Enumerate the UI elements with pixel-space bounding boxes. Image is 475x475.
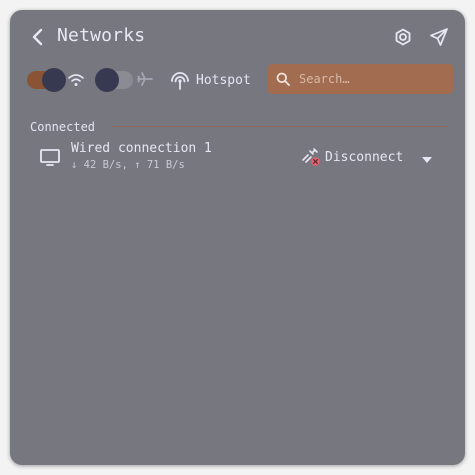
connection-row[interactable]: Wired connection 1 ↓ 42 B/s, ↑ 71 B/s Di…	[10, 140, 465, 176]
disconnect-icon	[302, 148, 320, 166]
back-button[interactable]	[28, 27, 48, 47]
send-button[interactable]	[429, 27, 449, 47]
section-header-connected: Connected	[30, 120, 448, 134]
chevron-left-icon	[32, 28, 43, 46]
caret-down-icon	[422, 157, 432, 163]
airplane-toggle[interactable]	[95, 68, 133, 92]
page-title: Networks	[57, 25, 146, 46]
section-divider	[112, 126, 448, 127]
airplane-icon	[137, 72, 153, 86]
disconnect-button[interactable]: Disconnect	[301, 146, 403, 168]
wifi-icon	[68, 74, 84, 86]
toggle-knob	[42, 68, 66, 92]
wifi-toggle[interactable]	[27, 68, 66, 92]
connection-name: Wired connection 1	[71, 141, 212, 156]
hotspot-label: Hotspot	[196, 72, 251, 88]
send-icon	[430, 28, 448, 46]
search-input[interactable]	[299, 64, 447, 94]
toggle-knob	[95, 68, 119, 92]
header: Networks	[10, 10, 465, 62]
expand-button[interactable]	[420, 151, 434, 163]
disconnect-label: Disconnect	[325, 149, 404, 165]
hotspot-button[interactable]: Hotspot	[169, 66, 251, 94]
connection-speed: ↓ 42 B/s, ↑ 71 B/s	[71, 159, 185, 171]
section-label: Connected	[30, 120, 96, 134]
settings-button[interactable]	[393, 27, 413, 47]
toolbar: Hotspot	[10, 62, 465, 102]
networks-panel: Networks Hotspot Search… Connected Wired…	[10, 10, 465, 465]
gear-icon	[395, 28, 411, 46]
hotspot-icon	[171, 72, 189, 90]
search-box[interactable]	[267, 64, 454, 94]
monitor-icon	[40, 149, 60, 166]
search-icon	[276, 72, 290, 86]
